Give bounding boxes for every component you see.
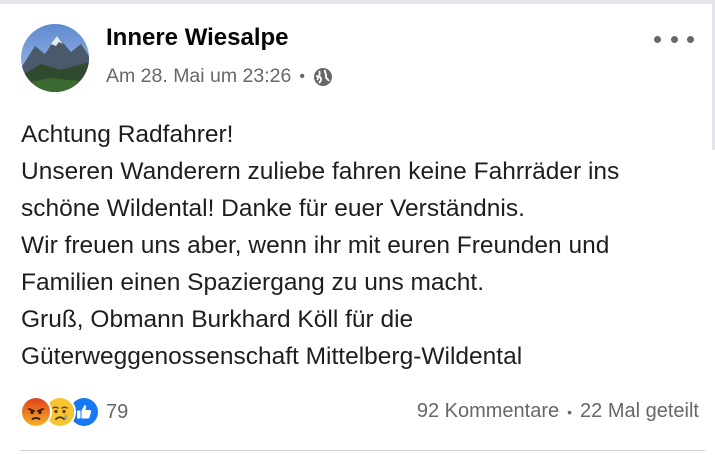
post-line: Gruß, Obmann Burkhard Köll für die bbox=[21, 306, 414, 333]
more-dot bbox=[670, 35, 678, 43]
shares-count-link[interactable]: 22 Mal geteilt bbox=[580, 400, 699, 423]
post-line: Achtung Radfahrer! bbox=[21, 121, 234, 148]
post-line: Unseren Wanderern zuliebe fahren keine F… bbox=[21, 158, 620, 185]
engagement-summary: 92 Kommentare • 22 Mal geteilt bbox=[417, 400, 699, 423]
post-meta: Am 28. Mai um 23:26 • bbox=[106, 65, 333, 88]
more-dot bbox=[687, 35, 694, 43]
bottom-divider bbox=[20, 450, 705, 451]
page-name[interactable]: Innere Wiesalpe bbox=[106, 24, 289, 52]
post-timestamp[interactable]: Am 28. Mai um 23:26 bbox=[106, 65, 291, 88]
globe-icon[interactable] bbox=[313, 67, 333, 87]
meta-separator: • bbox=[299, 67, 305, 85]
mountain-landscape-image bbox=[21, 24, 89, 92]
comments-count-link[interactable]: 92 Kommentare bbox=[417, 400, 559, 423]
top-divider bbox=[0, 0, 715, 4]
post-line: Güterweggenossenschaft Mittelberg-Wilden… bbox=[21, 343, 523, 370]
reactions-summary[interactable]: 79 bbox=[20, 396, 128, 428]
more-dot bbox=[654, 35, 661, 43]
post-line: schöne Wildental! Danke für euer Verstän… bbox=[21, 195, 525, 222]
more-options-icon[interactable] bbox=[654, 28, 694, 50]
reaction-count[interactable]: 79 bbox=[106, 401, 128, 424]
post-line: Familien einen Spaziergang zu uns macht. bbox=[21, 269, 485, 296]
post-text: Achtung Radfahrer! Unseren Wanderern zul… bbox=[21, 116, 706, 375]
angry-reaction-icon bbox=[20, 396, 52, 428]
engagement-separator: • bbox=[567, 403, 573, 420]
avatar[interactable] bbox=[21, 24, 89, 92]
post-line: Wir freuen uns aber, wenn ihr mit euren … bbox=[21, 232, 610, 259]
